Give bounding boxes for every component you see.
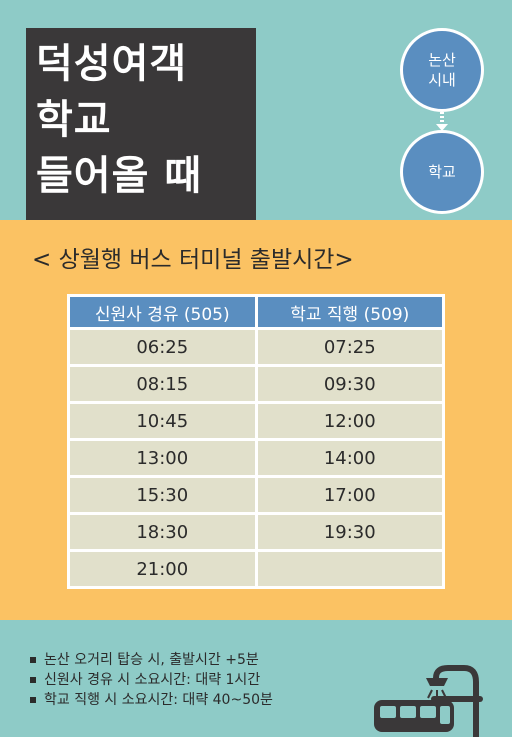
column-header-505: 신원사 경유 (505) [67, 294, 258, 330]
title-box: 덕성여객 학교 들어올 때 [26, 28, 256, 220]
list-item: 학교 직행 시 소요시간: 대략 40~50분 [30, 690, 273, 710]
route-diagram: 논산 시내 학교 [400, 28, 484, 218]
title-line-2: 학교 [36, 97, 112, 143]
table-header-row: 신원사 경유 (505) 학교 직행 (509) [67, 294, 445, 330]
table-cell: 15:30 [67, 475, 258, 515]
title-line-1: 덕성여객 [36, 41, 188, 87]
table-cell: 10:45 [67, 401, 258, 441]
table-row: 08:15 09:30 [67, 364, 445, 404]
note-text: 논산 오거리 탑승 시, 출발시간 +5분 [44, 652, 259, 668]
bullet-icon [30, 697, 36, 703]
list-item: 논산 오거리 탑승 시, 출발시간 +5분 [30, 650, 273, 670]
table-row: 15:30 17:00 [67, 475, 445, 515]
table-cell: 12:00 [254, 401, 445, 441]
table-cell: 19:30 [254, 512, 445, 552]
schedule-subtitle: < 상월행 버스 터미널 출발시간> [32, 247, 354, 273]
schedule-table: 신원사 경유 (505) 학교 직행 (509) 06:25 07:25 08:… [67, 294, 445, 589]
route-stop-origin: 논산 시내 [400, 28, 484, 112]
table-row: 13:00 14:00 [67, 438, 445, 478]
table-cell: 08:15 [67, 364, 258, 404]
list-item: 신원사 경유 시 소요시간: 대략 1시간 [30, 670, 273, 690]
table-row: 10:45 12:00 [67, 401, 445, 441]
table-cell: 14:00 [254, 438, 445, 478]
note-text: 학교 직행 시 소요시간: 대략 40~50분 [44, 692, 273, 708]
route-stop-destination: 학교 [400, 130, 484, 214]
table-cell: 09:30 [254, 364, 445, 404]
bullet-icon [30, 677, 36, 683]
table-cell: 17:00 [254, 475, 445, 515]
header-section: 덕성여객 학교 들어올 때 논산 시내 학교 [0, 0, 512, 220]
table-cell: 07:25 [254, 327, 445, 367]
notes-section: 논산 오거리 탑승 시, 출발시간 +5분 신원사 경유 시 소요시간: 대략 … [0, 620, 512, 737]
table-cell: 06:25 [67, 327, 258, 367]
title-line-3: 들어올 때 [36, 153, 203, 199]
table-cell [254, 549, 445, 589]
schedule-section: < 상월행 버스 터미널 출발시간> 신원사 경유 (505) 학교 직행 (5… [0, 220, 512, 620]
table-cell: 21:00 [67, 549, 258, 589]
table-cell: 18:30 [67, 512, 258, 552]
table-row: 21:00 [67, 549, 445, 589]
note-text: 신원사 경유 시 소요시간: 대략 1시간 [44, 672, 261, 688]
arrow-down-icon [436, 112, 448, 132]
bullet-icon [30, 657, 36, 663]
table-row: 18:30 19:30 [67, 512, 445, 552]
route-origin-line-1: 논산 [428, 51, 456, 69]
column-header-509: 학교 직행 (509) [254, 294, 445, 330]
table-cell: 13:00 [67, 438, 258, 478]
route-origin-line-2: 시내 [428, 71, 456, 89]
notes-list: 논산 오거리 탑승 시, 출발시간 +5분 신원사 경유 시 소요시간: 대략 … [30, 650, 273, 710]
route-destination-label: 학교 [428, 163, 456, 181]
bus-stop-icon [374, 665, 483, 737]
table-row: 06:25 07:25 [67, 327, 445, 367]
